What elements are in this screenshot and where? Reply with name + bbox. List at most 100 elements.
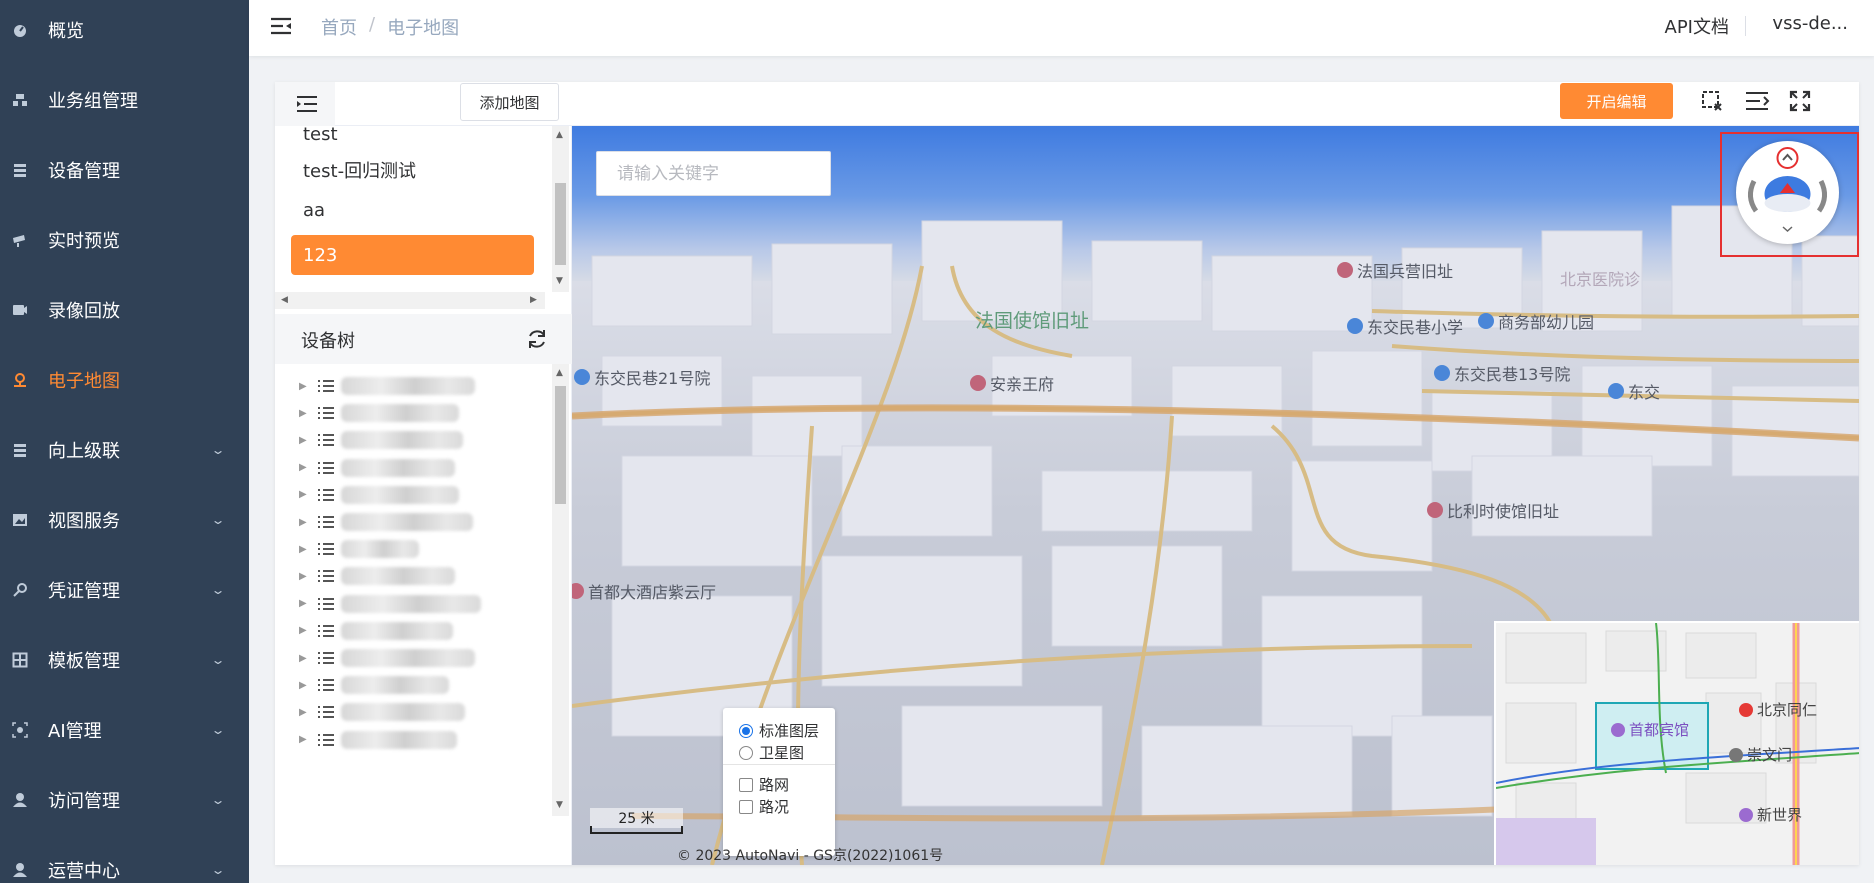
road-net-checkbox[interactable]: 路网: [739, 774, 789, 795]
poi-marker-icon: [574, 369, 590, 385]
sidebar-item-live[interactable]: 实时预览: [0, 205, 249, 275]
tree-scrollbar[interactable]: ▲ ▼: [552, 364, 569, 816]
list-icon: [318, 461, 334, 474]
device-name-redacted: [341, 730, 457, 749]
chevron-down-icon: ⌄: [210, 793, 226, 807]
live-icon: [12, 232, 28, 248]
sidebar-item-credential[interactable]: 凭证管理 ⌄: [0, 555, 249, 625]
map-poi[interactable]: 安亲王府: [970, 371, 1054, 395]
sidebar-item-playback[interactable]: 录像回放: [0, 275, 249, 345]
caret-right-icon[interactable]: ▶: [299, 598, 307, 609]
indent-icon[interactable]: [292, 90, 322, 118]
map-poi[interactable]: 东交民巷21号院: [574, 365, 710, 389]
map-card: 添加地图 开启编辑 test test-回归测试 aa 123 ▲ ▼ ◀ ▶: [275, 82, 1859, 865]
clear-selection-icon[interactable]: [1697, 86, 1727, 116]
map-poi[interactable]: 比利时使馆旧址: [1427, 498, 1559, 522]
sidebar-item-business-group[interactable]: 业务组管理: [0, 65, 249, 135]
poi-label: 崇文门: [1747, 746, 1793, 764]
map-poi[interactable]: 商务部幼儿园: [1478, 309, 1594, 333]
caret-right-icon[interactable]: ▶: [299, 489, 307, 500]
traffic-checkbox[interactable]: 路况: [739, 796, 789, 817]
scroll-down-icon[interactable]: ▼: [556, 276, 563, 286]
map-view[interactable]: 法国兵营旧址 北京医院诊法国使馆旧址 东交民巷小学 商务部幼儿园东交民巷21号院 安亲王…: [572, 126, 1859, 865]
checkbox[interactable]: [739, 777, 753, 792]
caret-right-icon[interactable]: ▶: [299, 734, 307, 745]
caret-right-icon[interactable]: ▶: [299, 571, 307, 582]
list-icon: [318, 624, 334, 637]
fullscreen-icon[interactable]: [1785, 86, 1815, 116]
list-item-selected[interactable]: 123: [291, 235, 534, 275]
map-search-input[interactable]: [596, 151, 831, 196]
sidebar-item-template[interactable]: 模板管理 ⌄: [0, 625, 249, 695]
poi-marker-icon: [970, 375, 986, 391]
caret-right-icon[interactable]: ▶: [299, 381, 307, 392]
top-header: 首页 / 电子地图 API文档 vss-de...: [249, 0, 1874, 56]
scroll-up-icon[interactable]: ▲: [556, 368, 563, 378]
scroll-right-icon[interactable]: ▶: [530, 295, 537, 305]
caret-right-icon[interactable]: ▶: [299, 625, 307, 636]
sidebar-item-label: AI管理: [48, 721, 102, 742]
map-poi[interactable]: 东交: [1608, 379, 1660, 403]
radio-unchecked[interactable]: [739, 745, 753, 760]
sidebar-item-access[interactable]: 访问管理 ⌄: [0, 765, 249, 835]
scroll-left-icon[interactable]: ◀: [281, 295, 288, 305]
poi-marker-icon: [1434, 365, 1450, 381]
menu-fold-icon[interactable]: [269, 14, 293, 38]
caret-right-icon[interactable]: ▶: [299, 707, 307, 718]
scroll-thumb[interactable]: [555, 183, 566, 265]
scroll-down-icon[interactable]: ▼: [556, 800, 563, 810]
map-overview[interactable]: 首都宾馆 北京同仁 崇文门 新世界: [1494, 621, 1859, 865]
layer-standard-radio[interactable]: 标准图层: [739, 720, 819, 741]
checkbox[interactable]: [739, 799, 753, 814]
compass-control[interactable]: [1736, 141, 1839, 244]
card-toolbar: 添加地图 开启编辑: [275, 82, 1859, 126]
sidebar-item-cascade[interactable]: 向上级联 ⌄: [0, 415, 249, 485]
map-poi[interactable]: 法国兵营旧址: [1337, 258, 1453, 282]
overview-poi: 首都宾馆: [1611, 719, 1689, 740]
chevron-down-icon: ⌄: [210, 513, 226, 527]
caret-right-icon[interactable]: ▶: [299, 544, 307, 555]
radio-checked[interactable]: [739, 723, 753, 738]
refresh-icon[interactable]: [525, 327, 549, 351]
map-list-hscrollbar[interactable]: ◀ ▶: [275, 292, 545, 309]
map-poi[interactable]: 东交民巷小学: [1347, 314, 1463, 338]
caret-right-icon[interactable]: ▶: [299, 408, 307, 419]
caret-right-icon[interactable]: ▶: [299, 653, 307, 664]
tree-row[interactable]: ▶: [275, 724, 550, 756]
list-item[interactable]: aa: [291, 190, 534, 230]
sidebar-item-map[interactable]: 电子地图: [0, 345, 249, 415]
breadcrumb-current: 电子地图: [387, 18, 460, 39]
map-poi[interactable]: 法国使馆旧址: [975, 306, 1089, 333]
caret-right-icon[interactable]: ▶: [299, 517, 307, 528]
scroll-up-icon[interactable]: ▲: [556, 130, 563, 140]
list-item[interactable]: test-回归测试: [291, 150, 534, 190]
sidebar-item-ai[interactable]: AI管理 ⌄: [0, 695, 249, 765]
map-list: test test-回归测试 aa 123 ▲ ▼ ◀ ▶: [275, 126, 572, 309]
start-edit-button[interactable]: 开启编辑: [1560, 83, 1673, 119]
breadcrumb-home[interactable]: 首页: [321, 14, 357, 40]
layer-satellite-radio[interactable]: 卫星图: [739, 742, 804, 763]
sidebar-item-overview[interactable]: 概览: [0, 0, 249, 65]
map-poi[interactable]: 北京医院诊: [1560, 266, 1640, 290]
overview-poi: 北京同仁: [1739, 699, 1817, 720]
sidebar-item-label: 业务组管理: [48, 91, 138, 112]
sidebar-item-device[interactable]: 设备管理: [0, 135, 249, 205]
map-poi[interactable]: 首都大酒店紫云厅: [572, 579, 716, 603]
poi-label: 比利时使馆旧址: [1447, 502, 1560, 521]
sidebar-item-view-service[interactable]: 视图服务 ⌄: [0, 485, 249, 555]
device-name-redacted: [341, 485, 459, 504]
device-tree: ▲ ▼ ▶ ▶ ▶ ▶ ▶ ▶ ▶ ▶ ▶ ▶ ▶ ▶ ▶ ▶: [275, 364, 572, 865]
scroll-thumb[interactable]: [555, 386, 566, 504]
map-list-scrollbar[interactable]: ▲ ▼: [552, 126, 569, 292]
caret-right-icon[interactable]: ▶: [299, 435, 307, 446]
caret-right-icon[interactable]: ▶: [299, 462, 307, 473]
collapse-panel-icon[interactable]: [1742, 86, 1772, 116]
map-poi[interactable]: 东交民巷13号院: [1434, 361, 1570, 385]
overview-poi: 崇文门: [1729, 744, 1792, 765]
add-map-button[interactable]: 添加地图: [460, 83, 559, 121]
breadcrumb-separator: /: [369, 14, 376, 35]
sidebar-item-operation[interactable]: 运营中心 ⌄: [0, 835, 249, 883]
user-menu[interactable]: vss-de...: [1772, 13, 1848, 34]
caret-right-icon[interactable]: ▶: [299, 680, 307, 691]
api-doc-link[interactable]: API文档: [1665, 13, 1729, 39]
